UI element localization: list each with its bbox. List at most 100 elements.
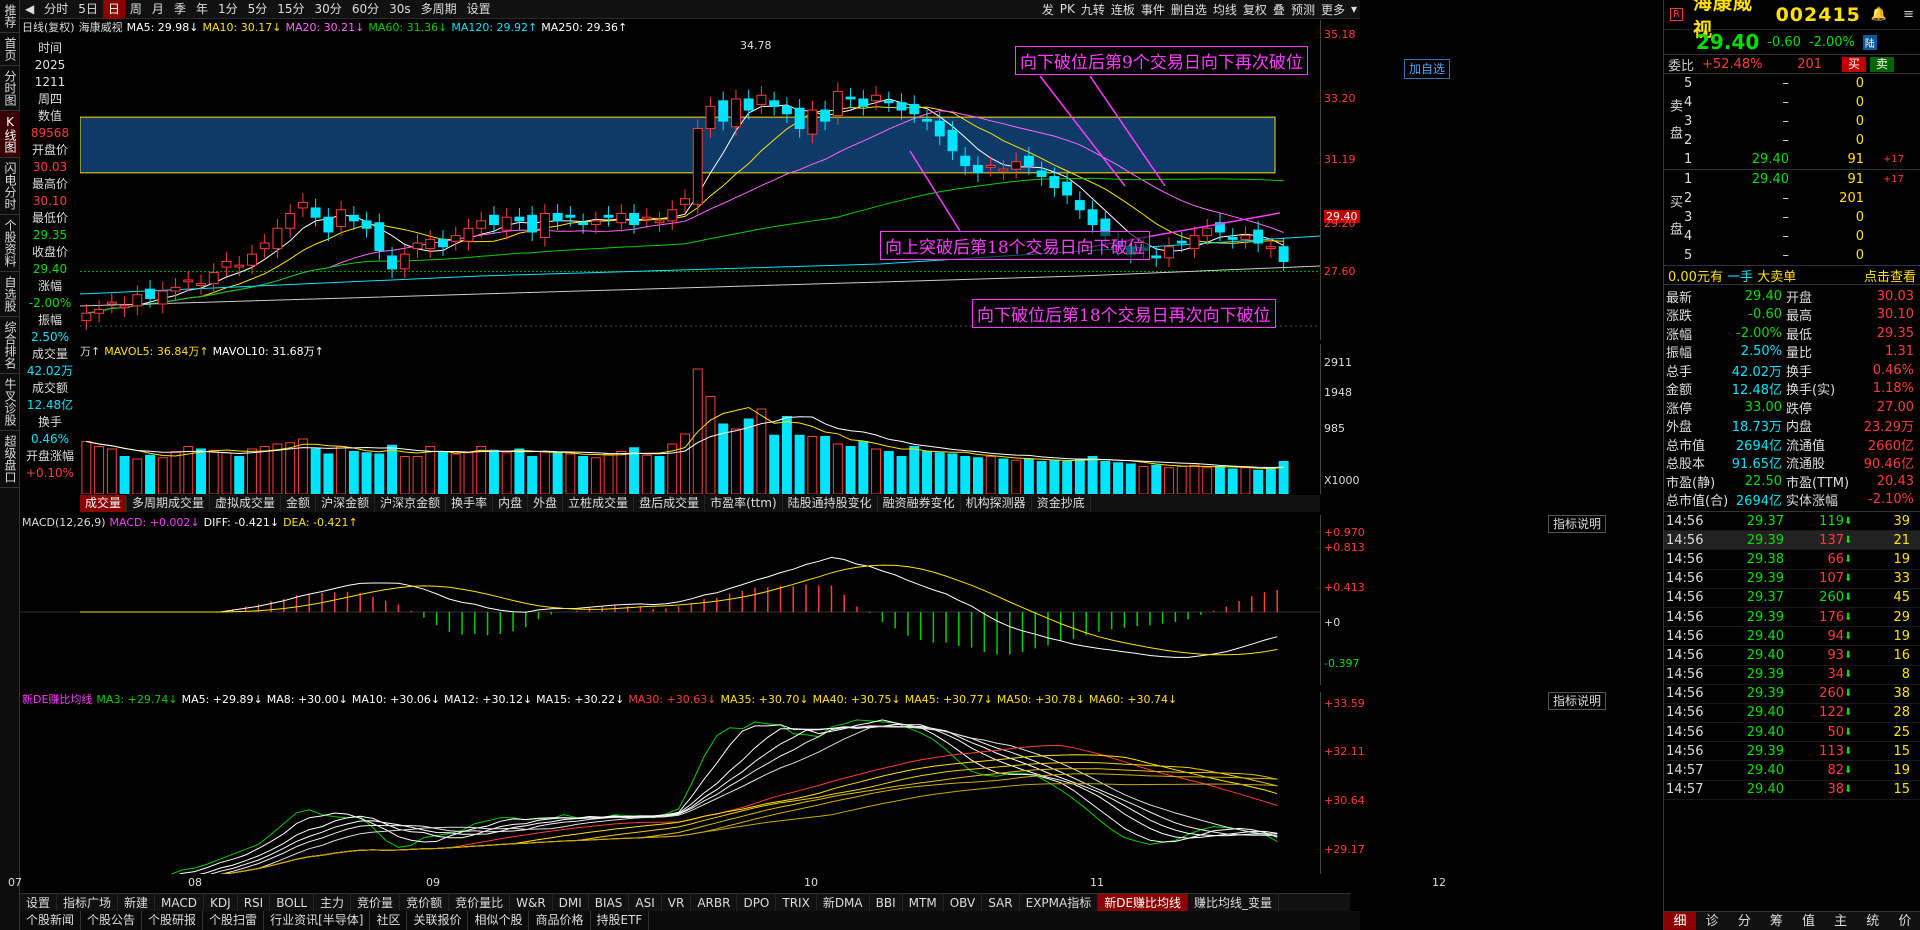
indicator-tab[interactable]: TRIX: [776, 894, 817, 911]
volume-tab[interactable]: 成交量: [80, 495, 128, 512]
indicator-tab[interactable]: W&R: [510, 894, 553, 911]
quote-tab[interactable]: 统: [1857, 912, 1889, 930]
indicator-tab[interactable]: BOLL: [270, 894, 315, 911]
toolbar-action[interactable]: 预测: [1288, 1, 1318, 18]
quote-tab[interactable]: 筹: [1760, 912, 1792, 930]
indicator-tab[interactable]: 主力: [314, 894, 352, 911]
volume-tab[interactable]: 盘后成交量: [634, 495, 706, 512]
volume-tab[interactable]: 融资融券变化: [878, 495, 961, 512]
volume-tab[interactable]: 外盘: [528, 495, 564, 512]
info-tab[interactable]: 关联报价: [407, 911, 469, 930]
info-tab[interactable]: 个股研报: [142, 911, 204, 930]
indicator-tab[interactable]: 设置: [20, 894, 58, 911]
quote-tab[interactable]: 诊: [1696, 912, 1728, 930]
volume-tab[interactable]: 机构探测器: [961, 495, 1032, 512]
volume-tab[interactable]: 资金抄底: [1032, 495, 1091, 512]
candlestick-chart[interactable]: 34.78: [80, 36, 1320, 336]
indicator-tab[interactable]: BBI: [870, 894, 903, 911]
quote-tab[interactable]: 价: [1889, 912, 1920, 930]
period-tab[interactable]: 多周期: [416, 0, 462, 19]
indicator-tab[interactable]: KDJ: [204, 894, 238, 911]
period-tab[interactable]: 5分: [243, 0, 273, 19]
period-tab[interactable]: 30分: [310, 0, 347, 19]
period-tab[interactable]: 季: [169, 0, 191, 19]
info-tab[interactable]: 个股扫雷: [203, 911, 265, 930]
toolbar-action[interactable]: 删自选: [1168, 1, 1210, 18]
volume-chart[interactable]: [80, 360, 1320, 494]
volume-tab[interactable]: 立桩成交量: [563, 495, 635, 512]
dropdown-icon[interactable]: ▾: [1348, 2, 1360, 16]
volume-tab[interactable]: 换手率: [446, 495, 494, 512]
indicator-tab[interactable]: OBV: [944, 894, 983, 911]
indicator-tab[interactable]: ARBR: [691, 894, 738, 911]
info-tab[interactable]: 持股ETF: [591, 911, 650, 930]
left-nav-item[interactable]: 牛叉诊股: [0, 374, 20, 431]
macd-help-button[interactable]: 指标说明: [1548, 515, 1607, 533]
indicator-tab[interactable]: DMI: [553, 894, 589, 911]
period-tab[interactable]: 30s: [384, 0, 416, 19]
toolbar-action[interactable]: 更多: [1318, 1, 1348, 18]
left-nav-item[interactable]: K线图: [0, 111, 20, 158]
sell-button[interactable]: 卖: [1870, 56, 1895, 72]
left-nav-item[interactable]: 综合排名: [0, 317, 20, 374]
toolbar-action[interactable]: 均线: [1210, 1, 1240, 18]
left-nav-item[interactable]: 分时图: [0, 66, 20, 111]
indicator-tab[interactable]: 新建: [118, 894, 156, 911]
quote-tab[interactable]: 值: [1793, 912, 1825, 930]
left-nav-item[interactable]: 推荐: [0, 0, 20, 33]
period-tab[interactable]: 日: [102, 0, 125, 19]
volume-tab[interactable]: 市盈率(ttm): [705, 495, 783, 512]
volume-tab[interactable]: 陆股通持股变化: [783, 495, 878, 512]
volume-tab[interactable]: 多周期成交量: [127, 495, 211, 512]
menu-icon[interactable]: ≡: [1903, 7, 1914, 22]
period-tab[interactable]: 1分: [213, 0, 243, 19]
period-tab[interactable]: 周: [125, 0, 147, 19]
volume-tab[interactable]: 虚拟成交量: [210, 495, 282, 512]
toolbar-action[interactable]: PK: [1057, 2, 1078, 16]
left-nav-item[interactable]: 闪电分时: [0, 158, 20, 215]
info-tab[interactable]: 商品价格: [529, 911, 591, 930]
toolbar-action[interactable]: 连板: [1108, 1, 1138, 18]
info-tab[interactable]: 社区: [370, 911, 408, 930]
volume-tab[interactable]: 内盘: [493, 495, 529, 512]
toolbar-action[interactable]: 九转: [1078, 1, 1108, 18]
indicator-tab[interactable]: SAR: [982, 894, 1020, 911]
period-tab[interactable]: 60分: [347, 0, 384, 19]
info-tab[interactable]: 相似个股: [468, 911, 530, 930]
add-watchlist-button[interactable]: 加自选: [1404, 59, 1451, 79]
info-tab[interactable]: 个股新闻: [20, 911, 82, 930]
period-tab[interactable]: 年: [191, 0, 213, 19]
left-nav-item[interactable]: 自选股: [0, 272, 20, 317]
deb-help-button[interactable]: 指标说明: [1548, 692, 1607, 710]
click-to-view-link[interactable]: 点击查看: [1864, 266, 1916, 285]
indicator-tab[interactable]: MTM: [903, 894, 944, 911]
quote-tab[interactable]: 主: [1825, 912, 1857, 930]
indicator-tab[interactable]: ASI: [629, 894, 662, 911]
volume-tab[interactable]: 沪深金额: [316, 495, 376, 512]
indicator-tab[interactable]: 竞价量: [351, 894, 401, 911]
period-tab[interactable]: 5日: [73, 0, 103, 19]
indicator-tab[interactable]: 赚比均线_变量: [1188, 894, 1280, 911]
period-tab[interactable]: 分时: [39, 0, 73, 19]
macd-chart[interactable]: [20, 532, 1320, 684]
indicator-tab[interactable]: RSI: [238, 894, 271, 911]
indicator-tab[interactable]: 竞价额: [400, 894, 450, 911]
info-tab[interactable]: 个股公告: [81, 911, 143, 930]
indicator-tab[interactable]: MACD: [155, 894, 205, 911]
indicator-tab[interactable]: 新DMA: [817, 894, 870, 911]
volume-tab[interactable]: 金额: [281, 495, 317, 512]
indicator-tab[interactable]: 新DE赚比均线: [1098, 894, 1189, 911]
buy-button[interactable]: 买: [1842, 56, 1867, 72]
left-nav-item[interactable]: 首页: [0, 33, 20, 66]
toolbar-action[interactable]: 复权: [1240, 1, 1270, 18]
indicator-tab[interactable]: EXPMA指标: [1020, 894, 1099, 911]
indicator-tab[interactable]: BIAS: [589, 894, 630, 911]
period-tab[interactable]: 15分: [272, 0, 309, 19]
volume-tab[interactable]: 沪深京金额: [375, 495, 447, 512]
info-tab[interactable]: 行业资讯[半导体]: [264, 911, 371, 930]
indicator-tab[interactable]: 指标广场: [57, 894, 119, 911]
left-nav-item[interactable]: 个股资料: [0, 215, 20, 272]
toolbar-action[interactable]: 发: [1039, 1, 1057, 18]
toolbar-action[interactable]: 叠: [1270, 1, 1288, 18]
back-icon[interactable]: ◀: [20, 0, 39, 19]
